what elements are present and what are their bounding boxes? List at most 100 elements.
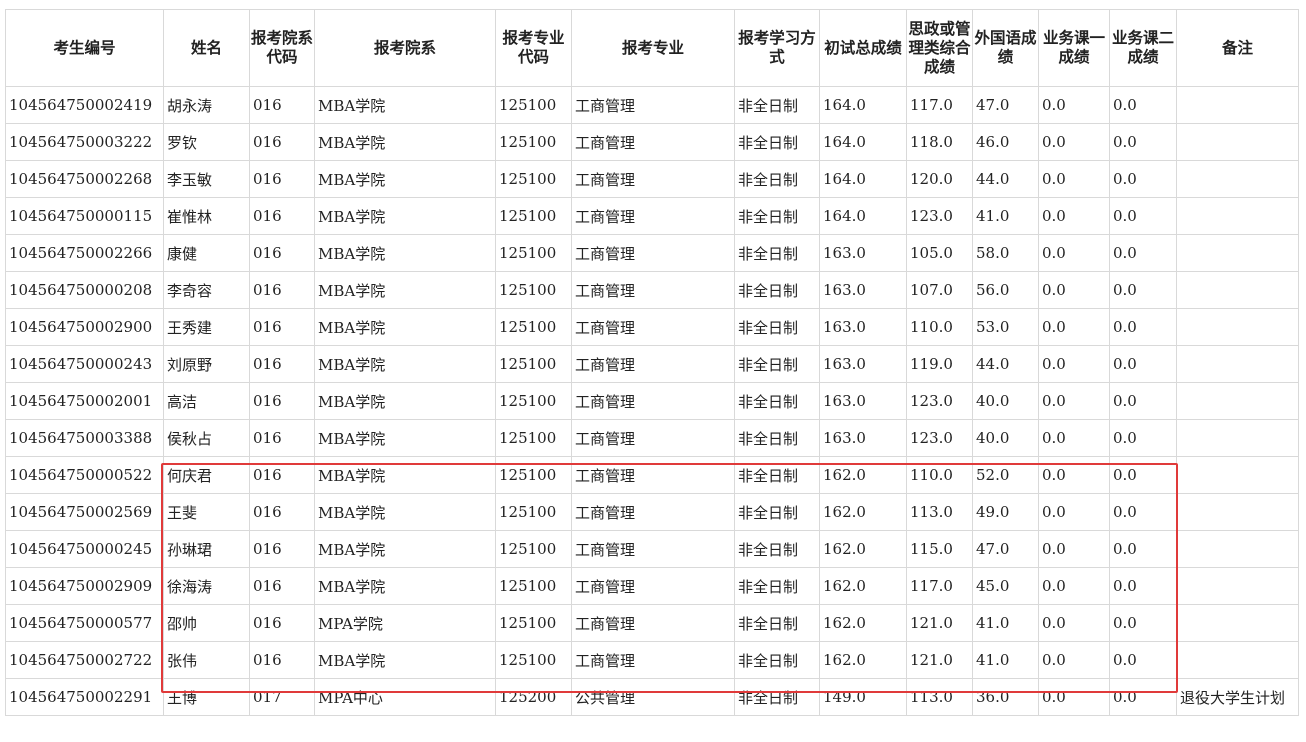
cell-foreign-lang-score: 40.0 <box>972 419 1039 457</box>
cell-foreign-lang-score: 40.0 <box>972 382 1039 420</box>
cell-name: 胡永涛 <box>163 86 250 124</box>
cell-course2-score: 0.0 <box>1109 530 1177 568</box>
cell-dept-code: 016 <box>249 234 315 272</box>
cell-foreign-lang-score: 36.0 <box>972 678 1039 716</box>
cell-course1-score: 0.0 <box>1038 86 1110 124</box>
header-total-score: 初试总成绩 <box>819 9 907 87</box>
cell-major-code: 125100 <box>495 345 572 383</box>
cell-major: 工商管理 <box>571 345 735 383</box>
cell-foreign-lang-score: 58.0 <box>972 234 1039 272</box>
cell-exam-id: 104564750003388 <box>5 419 164 457</box>
cell-politics-score: 117.0 <box>906 567 973 605</box>
cell-politics-score: 119.0 <box>906 345 973 383</box>
cell-major: 工商管理 <box>571 641 735 679</box>
cell-remarks <box>1176 493 1299 531</box>
cell-dept-code: 016 <box>249 493 315 531</box>
cell-course2-score: 0.0 <box>1109 678 1177 716</box>
header-remarks: 备注 <box>1176 9 1299 87</box>
cell-study-mode: 非全日制 <box>734 456 820 494</box>
cell-foreign-lang-score: 41.0 <box>972 604 1039 642</box>
cell-course2-score: 0.0 <box>1109 160 1177 198</box>
cell-study-mode: 非全日制 <box>734 86 820 124</box>
cell-dept-code: 016 <box>249 419 315 457</box>
cell-exam-id: 104564750002291 <box>5 678 164 716</box>
cell-study-mode: 非全日制 <box>734 678 820 716</box>
cell-foreign-lang-score: 53.0 <box>972 308 1039 346</box>
cell-study-mode: 非全日制 <box>734 234 820 272</box>
cell-foreign-lang-score: 44.0 <box>972 160 1039 198</box>
cell-course2-score: 0.0 <box>1109 493 1177 531</box>
cell-dept-code: 016 <box>249 308 315 346</box>
cell-name: 王博 <box>163 678 250 716</box>
cell-major-code: 125200 <box>495 678 572 716</box>
cell-major: 工商管理 <box>571 308 735 346</box>
header-study-mode: 报考学习方式 <box>734 9 820 87</box>
cell-exam-id: 104564750000208 <box>5 271 164 309</box>
cell-major: 工商管理 <box>571 234 735 272</box>
header-major: 报考专业 <box>571 9 735 87</box>
cell-total-score: 164.0 <box>819 86 907 124</box>
cell-study-mode: 非全日制 <box>734 345 820 383</box>
cell-study-mode: 非全日制 <box>734 567 820 605</box>
cell-dept: MBA学院 <box>314 382 496 420</box>
table-row: 104564750002900 王秀建 016 MBA学院 125100 工商管理 非全日制… <box>5 308 1299 346</box>
cell-remarks <box>1176 123 1299 161</box>
table-row: 104564750002001 高洁 016 MBA学院 125100 工商管理 非全日制 1… <box>5 382 1299 420</box>
cell-course1-score: 0.0 <box>1038 419 1110 457</box>
cell-total-score: 163.0 <box>819 308 907 346</box>
cell-name: 侯秋占 <box>163 419 250 457</box>
cell-remarks <box>1176 197 1299 235</box>
table-row: 104564750002268 李玉敏 016 MBA学院 125100 工商管理 非全日制… <box>5 160 1299 198</box>
cell-total-score: 163.0 <box>819 234 907 272</box>
cell-foreign-lang-score: 56.0 <box>972 271 1039 309</box>
cell-course2-score: 0.0 <box>1109 197 1177 235</box>
header-name: 姓名 <box>163 9 250 87</box>
cell-dept-code: 016 <box>249 160 315 198</box>
cell-name: 崔惟林 <box>163 197 250 235</box>
cell-total-score: 162.0 <box>819 530 907 568</box>
table-row: 104564750002291 王博 017 MPA中心 125200 公共管理 非全日制 1… <box>5 678 1299 716</box>
cell-dept-code: 016 <box>249 641 315 679</box>
cell-major: 工商管理 <box>571 123 735 161</box>
header-course2-score: 业务课二成绩 <box>1109 9 1177 87</box>
table-row: 104564750003388 侯秋占 016 MBA学院 125100 工商管理 非全日制… <box>5 419 1299 457</box>
cell-dept: MBA学院 <box>314 641 496 679</box>
cell-name: 何庆君 <box>163 456 250 494</box>
cell-total-score: 162.0 <box>819 604 907 642</box>
cell-major: 工商管理 <box>571 160 735 198</box>
cell-course2-score: 0.0 <box>1109 419 1177 457</box>
cell-total-score: 162.0 <box>819 456 907 494</box>
cell-dept-code: 016 <box>249 197 315 235</box>
cell-politics-score: 123.0 <box>906 197 973 235</box>
cell-politics-score: 120.0 <box>906 160 973 198</box>
cell-major: 工商管理 <box>571 456 735 494</box>
cell-major-code: 125100 <box>495 271 572 309</box>
cell-course1-score: 0.0 <box>1038 678 1110 716</box>
cell-study-mode: 非全日制 <box>734 641 820 679</box>
cell-exam-id: 104564750002722 <box>5 641 164 679</box>
cell-total-score: 149.0 <box>819 678 907 716</box>
cell-course1-score: 0.0 <box>1038 271 1110 309</box>
table-row: 104564750003222 罗钦 016 MBA学院 125100 工商管理 非全日制 1… <box>5 123 1299 161</box>
cell-remarks <box>1176 86 1299 124</box>
cell-politics-score: 115.0 <box>906 530 973 568</box>
cell-foreign-lang-score: 41.0 <box>972 197 1039 235</box>
cell-politics-score: 121.0 <box>906 641 973 679</box>
cell-total-score: 163.0 <box>819 382 907 420</box>
cell-study-mode: 非全日制 <box>734 308 820 346</box>
score-table-container: 考生编号 姓名 报考院系代码 报考院系 报考专业代码 报考专业 报考学习方式 初… <box>5 9 1299 716</box>
cell-remarks <box>1176 345 1299 383</box>
cell-major: 工商管理 <box>571 382 735 420</box>
cell-total-score: 164.0 <box>819 123 907 161</box>
cell-dept-code: 016 <box>249 86 315 124</box>
cell-study-mode: 非全日制 <box>734 493 820 531</box>
header-politics-score: 思政或管理类综合成绩 <box>906 9 973 87</box>
cell-exam-id: 104564750002900 <box>5 308 164 346</box>
cell-course2-score: 0.0 <box>1109 271 1177 309</box>
cell-name: 张伟 <box>163 641 250 679</box>
cell-course2-score: 0.0 <box>1109 234 1177 272</box>
cell-major: 工商管理 <box>571 604 735 642</box>
cell-study-mode: 非全日制 <box>734 123 820 161</box>
cell-course1-score: 0.0 <box>1038 160 1110 198</box>
cell-dept-code: 016 <box>249 345 315 383</box>
